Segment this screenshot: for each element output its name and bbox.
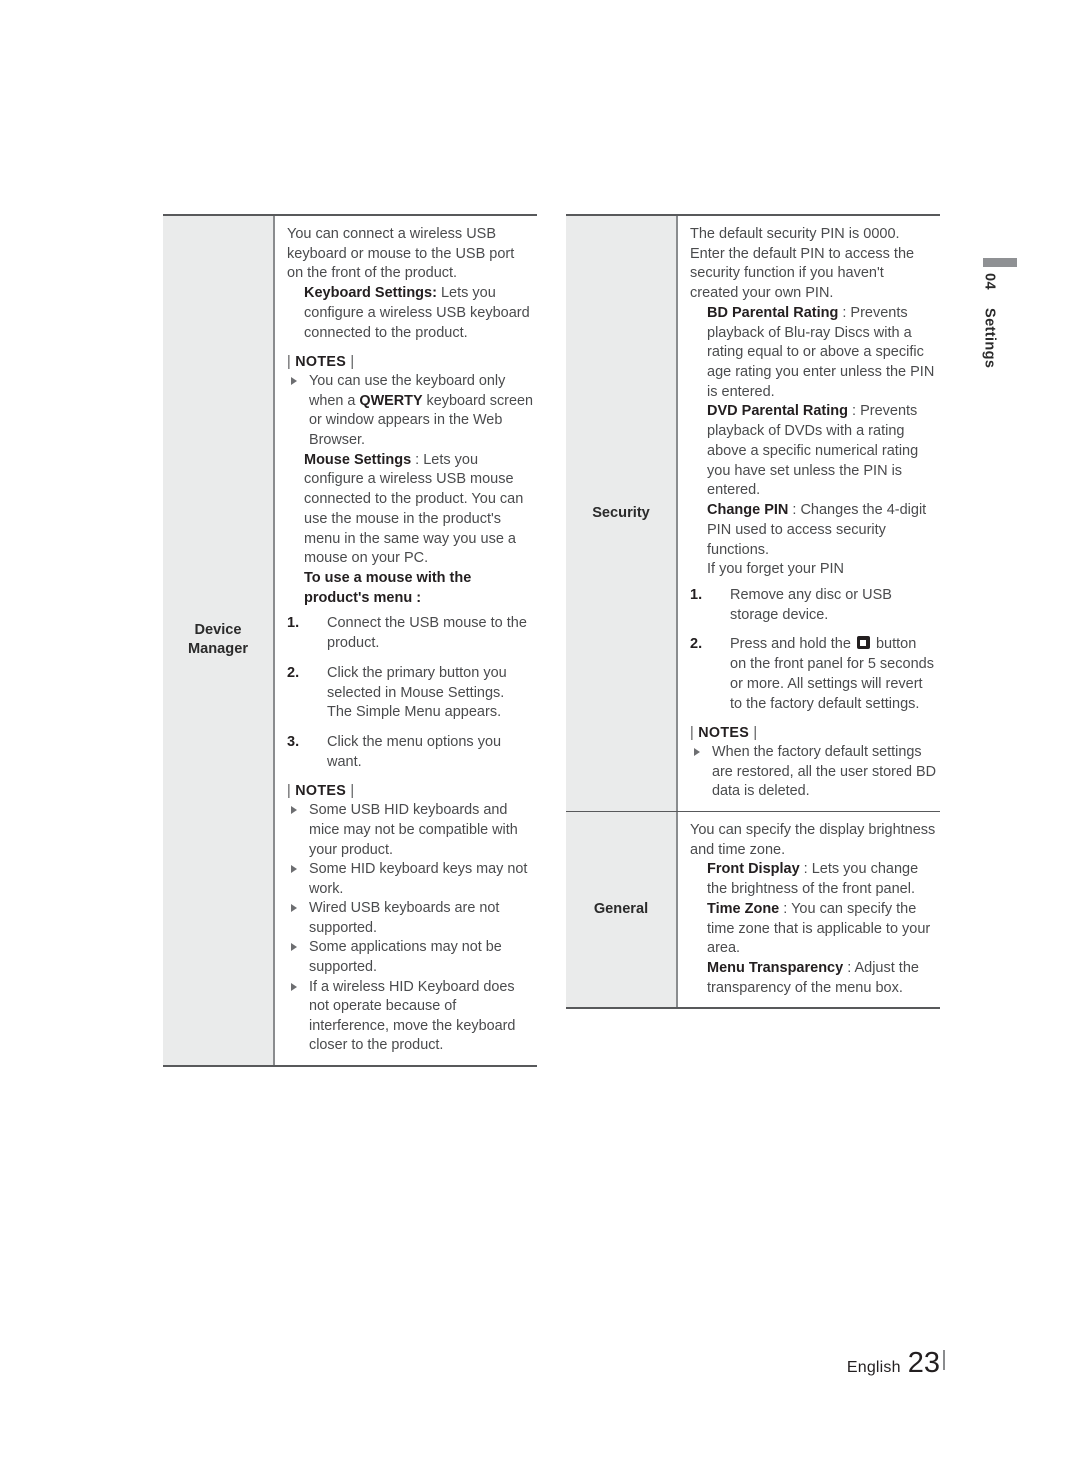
right-column: Security The default security PIN is 000… [566, 214, 940, 1010]
category-label-device-manager: Device Manager [187, 621, 248, 658]
list-item: You can use the keyboard only when a QWE… [287, 372, 533, 450]
note-text: Wired USB keyboards are not supported. [309, 900, 500, 936]
notes-heading-2-label: NOTES [295, 783, 347, 800]
bullet-triangle-icon [694, 748, 700, 757]
step-text: Click the menu options you want. [327, 733, 502, 770]
general-intro: You can specify the display brightness a… [690, 821, 936, 858]
notes-heading-2: | NOTES | [287, 783, 355, 800]
step-text: Press and hold the button on the front p… [730, 635, 936, 714]
mouse-settings-term: Mouse Settings [304, 451, 412, 468]
table-row-device-manager: Device Manager You can connect a wireles… [163, 216, 537, 1065]
list-item: Some HID keyboard keys may not work. [287, 860, 533, 899]
step-number: 1. [690, 586, 703, 603]
front-display-entry: Front Display : Lets you change the brig… [690, 860, 936, 899]
category-cell-device-manager: Device Manager [163, 216, 275, 1065]
list-item: Wired USB keyboards are not supported. [287, 899, 533, 938]
note-text: When the factory default settings are re… [712, 744, 936, 800]
category-label-general: General [593, 900, 649, 917]
category-cell-general: General [566, 811, 678, 1008]
step-number: 1. [287, 615, 300, 632]
bd-parental-rating-term: BD Parental Rating [707, 304, 839, 321]
mouse-procedure-steps: 1. Connect the USB mouse to the product.… [287, 614, 533, 772]
list-item: 2. Click the primary button you selected… [287, 664, 533, 723]
notes-heading-3-label: NOTES [698, 725, 750, 742]
category-cell-security: Security [566, 216, 678, 811]
bullet-triangle-icon [291, 982, 297, 991]
bullet-triangle-icon [291, 806, 297, 815]
notes-list-3: When the factory default settings are re… [690, 743, 936, 802]
bullet-triangle-icon [291, 904, 297, 913]
notes-list-1: You can use the keyboard only when a QWE… [287, 372, 533, 450]
time-zone-term: Time Zone [707, 900, 780, 917]
chapter-number: 04 [981, 273, 998, 290]
list-item: 3. Click the menu options you want. [287, 733, 533, 772]
bullet-triangle-icon [291, 865, 297, 874]
list-item: Some applications may not be supported. [287, 938, 533, 977]
notes-heading-1: | NOTES | [287, 354, 355, 371]
table-row-security: Security The default security PIN is 000… [566, 216, 940, 812]
note-text: Some applications may not be supported. [309, 939, 502, 976]
bullet-triangle-icon [291, 377, 297, 386]
keyboard-settings-entry: Keyboard Settings: Lets you configure a … [287, 284, 533, 343]
change-pin-entry: Change PIN : Changes the 4-digit PIN use… [690, 501, 936, 560]
notes-heading-1-label: NOTES [295, 354, 347, 371]
table-row-general: General You can specify the display brig… [566, 811, 940, 1008]
device-manager-table: Device Manager You can connect a wireles… [163, 214, 537, 1067]
step-text: Connect the USB mouse to the product. [327, 615, 527, 652]
body-cell-security: The default security PIN is 0000. Enter … [678, 216, 940, 811]
left-column: Device Manager You can connect a wireles… [163, 214, 537, 1067]
time-zone-entry: Time Zone : You can specify the time zon… [690, 900, 936, 959]
mouse-settings-entry: Mouse Settings : Lets you configure a wi… [287, 451, 533, 569]
chapter-name: Settings [981, 308, 998, 369]
dvd-parental-rating-term: DVD Parental Rating [707, 403, 848, 420]
body-cell-general: You can specify the display brightness a… [678, 811, 940, 1008]
security-general-table: Security The default security PIN is 000… [566, 214, 940, 1010]
notes-heading-3: | NOTES | [690, 725, 758, 742]
note-text: Some HID keyboard keys may not work. [309, 861, 528, 897]
manual-page: 04 Settings Device Manager You can conne… [0, 0, 1080, 1479]
reset-pin-steps: 1. Remove any disc or USB storage device… [690, 586, 936, 714]
notes-list-2: Some USB HID keyboards and mice may not … [287, 801, 533, 1056]
list-item: When the factory default settings are re… [690, 743, 936, 802]
step-text: Click the primary button you selected in… [327, 664, 507, 721]
list-item: If a wireless HID Keyboard does not oper… [287, 978, 533, 1056]
change-pin-term: Change PIN [707, 502, 789, 519]
mouse-settings-desc: : Lets you configure a wireless USB mous… [304, 451, 524, 567]
note-text: If a wireless HID Keyboard does not oper… [309, 978, 516, 1054]
chapter-tab-bar [983, 258, 1017, 267]
stop-button-icon [856, 636, 870, 650]
category-label-security: Security [592, 504, 650, 521]
bd-parental-rating-entry: BD Parental Rating : Prevents playback o… [690, 304, 936, 403]
device-manager-intro: You can connect a wireless USB keyboard … [287, 226, 515, 282]
step-text-before-icon: Press and hold the [730, 636, 855, 653]
page-footer: English 23 [0, 1347, 945, 1380]
list-item: Some USB HID keyboards and mice may not … [287, 801, 533, 860]
chapter-tab: 04 Settings [982, 258, 1018, 369]
list-item: 1. Connect the USB mouse to the product. [287, 614, 533, 653]
footer-language: English [846, 1359, 901, 1376]
list-item: 2. Press and hold the button on the fron… [690, 635, 936, 714]
dvd-parental-rating-entry: DVD Parental Rating : Prevents playback … [690, 402, 936, 501]
front-display-term: Front Display [707, 861, 800, 878]
note-bold: QWERTY [359, 392, 423, 409]
mouse-procedure-heading: To use a mouse with the product's menu : [304, 569, 472, 606]
step-number: 2. [690, 636, 703, 653]
list-item: 1. Remove any disc or USB storage device… [690, 586, 936, 625]
bullet-triangle-icon [291, 943, 297, 952]
keyboard-settings-term: Keyboard Settings: [304, 285, 437, 302]
forgot-pin-line: If you forget your PIN [707, 561, 845, 578]
step-number: 3. [287, 733, 300, 750]
chapter-tab-text: 04 Settings [981, 273, 998, 369]
footer-rule [943, 1350, 945, 1370]
body-cell-device-manager: You can connect a wireless USB keyboard … [275, 216, 537, 1065]
menu-transparency-entry: Menu Transparency : Adjust the transpare… [690, 959, 936, 998]
security-intro: The default security PIN is 0000. Enter … [690, 226, 915, 302]
note-text: Some USB HID keyboards and mice may not … [309, 802, 518, 858]
footer-page-number: 23 [907, 1347, 940, 1379]
step-number: 2. [287, 664, 300, 681]
menu-transparency-term: Menu Transparency [707, 960, 844, 977]
step-text: Remove any disc or USB storage device. [730, 586, 892, 623]
